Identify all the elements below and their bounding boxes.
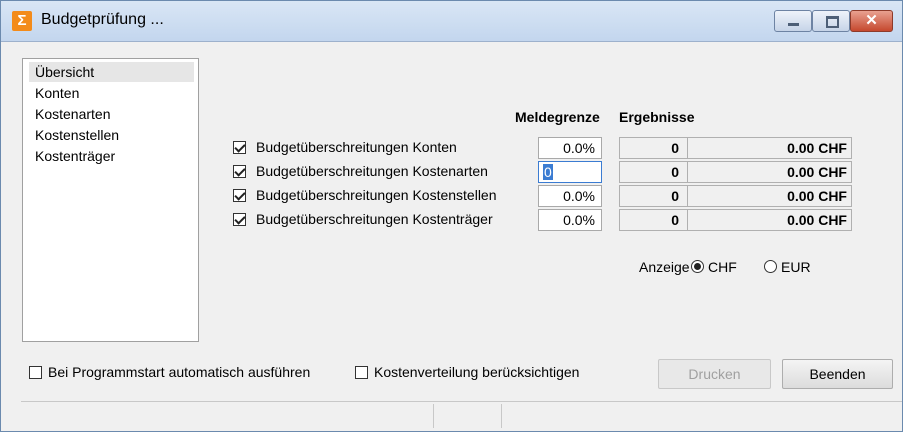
konten-checkbox[interactable] [233, 141, 246, 154]
sidebar-item-konten[interactable]: Konten [29, 83, 194, 103]
close-dialog-button[interactable]: Beenden [782, 359, 893, 389]
kostenarten-result: 0 0.00 CHF [619, 161, 852, 183]
kostenarten-threshold-input[interactable]: 0 [538, 161, 602, 183]
kostenarten-amount: 0.00 CHF [787, 164, 847, 180]
kostenstellen-checkbox[interactable] [233, 189, 246, 202]
threshold-header: Meldegrenze [515, 109, 600, 125]
status-bar [21, 401, 902, 431]
results-header: Ergebnisse [619, 109, 695, 125]
kostenstellen-threshold-input[interactable]: 0.0% [538, 185, 602, 207]
kostentraeger-amount: 0.00 CHF [787, 212, 847, 228]
konten-label: Budgetüberschreitungen Konten [256, 139, 457, 155]
display-label: Anzeige [639, 259, 690, 275]
kostenstellen-result: 0 0.00 CHF [619, 185, 852, 207]
chf-radio[interactable] [691, 260, 704, 273]
close-icon: ✕ [865, 12, 878, 29]
kostentraeger-threshold-input[interactable]: 0.0% [538, 209, 602, 231]
eur-radio[interactable] [764, 260, 777, 273]
kostentraeger-label: Budgetüberschreitungen Kostenträger [256, 211, 493, 227]
sidebar-item-kostenstellen[interactable]: Kostenstellen [29, 125, 194, 145]
kostenstellen-count: 0 [620, 186, 688, 206]
kostenarten-threshold-value: 0 [543, 164, 553, 180]
autorun-label[interactable]: Bei Programmstart automatisch ausführen [48, 364, 310, 380]
kostenarten-checkbox[interactable] [233, 165, 246, 178]
maximize-icon [826, 16, 839, 28]
sigma-app-icon: Σ [12, 11, 32, 31]
konten-amount: 0.00 CHF [787, 140, 847, 156]
kostenarten-count: 0 [620, 162, 688, 182]
konten-count: 0 [620, 138, 688, 158]
kostentraeger-checkbox[interactable] [233, 213, 246, 226]
window-title: Budgetprüfung ... [41, 11, 164, 28]
chf-radio-label[interactable]: CHF [708, 259, 737, 275]
status-divider [433, 404, 434, 428]
sidebar-item-kostenarten[interactable]: Kostenarten [29, 104, 194, 124]
kostenstellen-amount: 0.00 CHF [787, 188, 847, 204]
minimize-button[interactable] [774, 10, 812, 32]
maximize-button[interactable] [812, 10, 850, 32]
eur-radio-label[interactable]: EUR [781, 259, 811, 275]
kostenarten-label: Budgetüberschreitungen Kostenarten [256, 163, 488, 179]
kostentraeger-count: 0 [620, 210, 688, 230]
minimize-icon [788, 23, 799, 26]
sidebar-list[interactable]: Übersicht Konten Kostenarten Kostenstell… [22, 58, 199, 342]
sidebar-item-kostentraeger[interactable]: Kostenträger [29, 146, 194, 166]
kostenstellen-label: Budgetüberschreitungen Kostenstellen [256, 187, 497, 203]
konten-threshold-input[interactable]: 0.0% [538, 137, 602, 159]
konten-result: 0 0.00 CHF [619, 137, 852, 159]
close-button[interactable]: ✕ [850, 10, 893, 32]
sidebar-item-uebersicht[interactable]: Übersicht [29, 62, 194, 82]
distribution-label[interactable]: Kostenverteilung berücksichtigen [374, 364, 579, 380]
print-button[interactable]: Drucken [658, 359, 771, 389]
status-divider [501, 404, 502, 428]
kostentraeger-result: 0 0.00 CHF [619, 209, 852, 231]
title-bar[interactable]: Σ Budgetprüfung ... ✕ [1, 1, 902, 42]
distribution-checkbox[interactable] [355, 366, 368, 379]
budget-check-window: Σ Budgetprüfung ... ✕ Übersicht Konten K… [0, 0, 903, 432]
autorun-checkbox[interactable] [29, 366, 42, 379]
